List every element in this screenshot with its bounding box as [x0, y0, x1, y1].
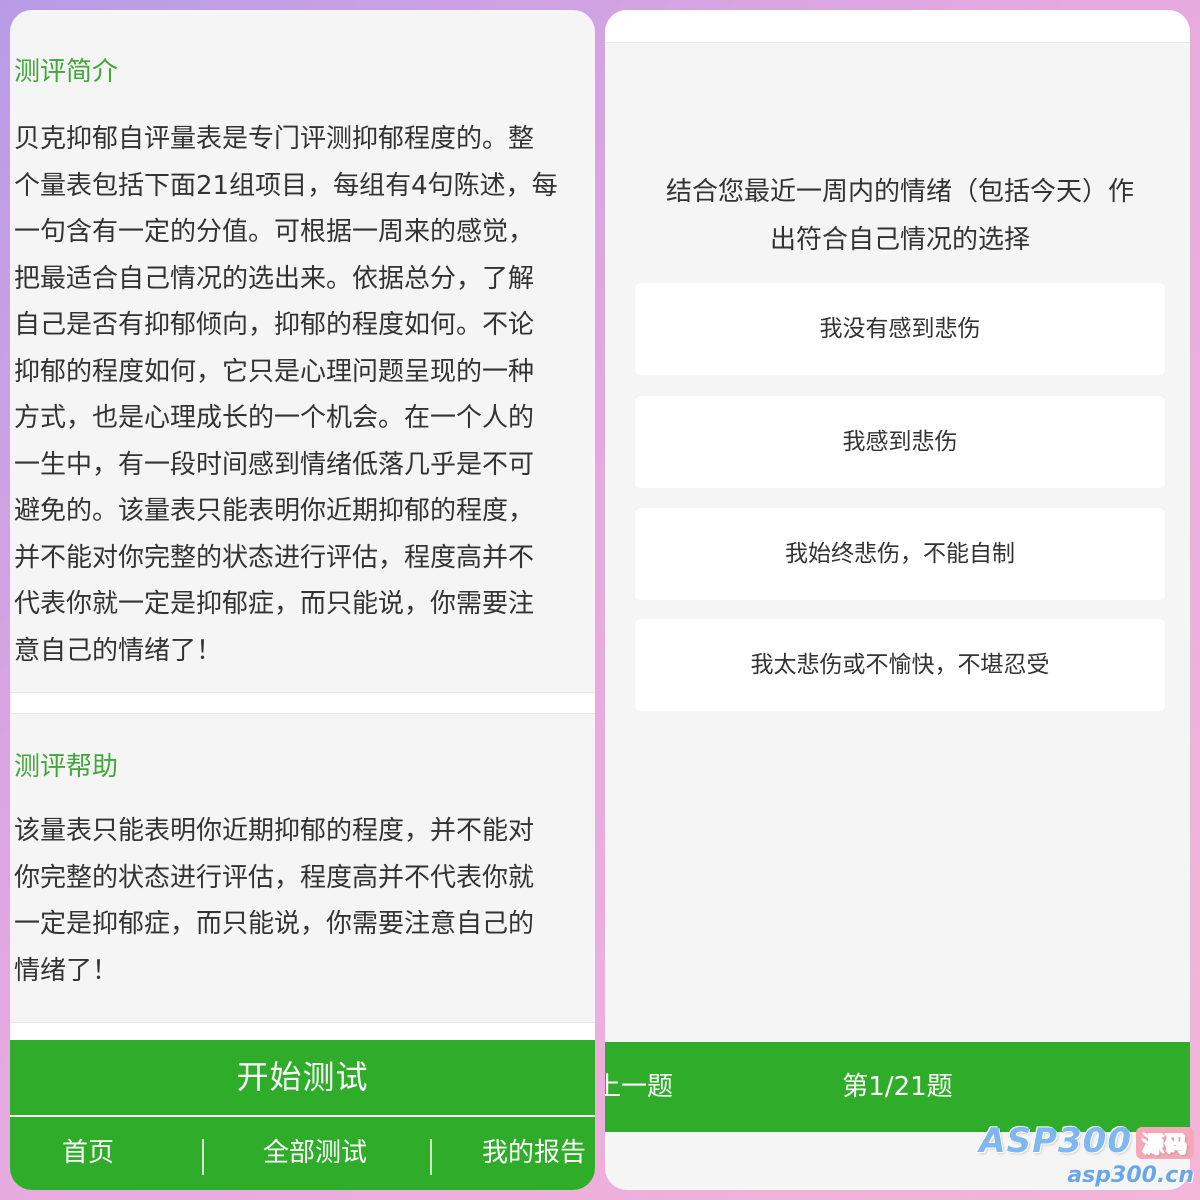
- question-line: 结合您最近一周内的情绪（包括今天）作: [665, 177, 1134, 207]
- tab-separator: [430, 1139, 432, 1175]
- watermark-url: asp300.cn: [1067, 1163, 1194, 1188]
- intro-line: 把最适合自己情况的选出来。依据总分，了解: [14, 263, 535, 294]
- answer-option[interactable]: 我始终悲伤，不能自制: [635, 508, 1165, 600]
- test-intro-screen: 测评简介 贝克抑郁自评量表是专门评测抑郁程度的。整 个量表包括下面21组项目，每…: [10, 10, 595, 1190]
- answer-option[interactable]: 我感到悲伤: [635, 396, 1165, 488]
- intro-line: 避免的。该量表只能表明你近期抑郁的程度，: [14, 496, 535, 526]
- intro-line: 代表你就一定是抑郁症，而只能说，你需要注: [14, 589, 535, 619]
- question-line: 出符合自己情况的选择: [769, 225, 1030, 255]
- tab-all-tests[interactable]: 全部测试: [250, 1117, 380, 1190]
- intro-line: 个量表包括下面21组项目，每组有4句陈述，每: [14, 170, 558, 201]
- intro-line: 自己是否有抑郁倾向，抑郁的程度如何。不论: [14, 310, 535, 340]
- intro-line: 并不能对你完整的状态进行评估，程度高并不: [14, 542, 535, 573]
- section-divider: [10, 692, 595, 714]
- tab-separator: [202, 1139, 204, 1175]
- help-line: 一定是抑郁症，而只能说，你需要注意自己的: [14, 909, 535, 939]
- question-text: 结合您最近一周内的情绪（包括今天）作 出符合自己情况的选择: [635, 168, 1165, 264]
- help-line: 情绪了！: [14, 955, 119, 986]
- start-test-button[interactable]: 开始测试: [10, 1040, 595, 1115]
- intro-line: 方式，也是心理成长的一个机会。在一个人的: [14, 403, 535, 433]
- question-nav-bar: 上一题 第1/21题: [605, 1042, 1190, 1132]
- intro-line: 抑郁的程度如何，它只是心理问题呈现的一种: [14, 356, 535, 387]
- tab-home[interactable]: 首页: [48, 1117, 128, 1190]
- intro-line: 一句含有一定的分值。可根据一周来的感觉，: [14, 217, 535, 247]
- bottom-tab-bar: 首页 全部测试 我的报告: [10, 1117, 595, 1190]
- section-divider: [10, 1022, 595, 1042]
- site-watermark: ASP300 源码 asp300.cn: [979, 1121, 1194, 1188]
- help-line: 该量表只能表明你近期抑郁的程度，并不能对: [14, 816, 535, 846]
- intro-line: 贝克抑郁自评量表是专门评测抑郁程度的。整: [14, 124, 535, 154]
- question-screen: 结合您最近一周内的情绪（包括今天）作 出符合自己情况的选择 我没有感到悲伤 我感…: [605, 10, 1190, 1190]
- help-line: 你完整的状态进行评估，程度高并不代表你就: [14, 862, 535, 893]
- intro-line: 一生中，有一段时间感到情绪低落几乎是不可: [14, 449, 535, 480]
- watermark-tag: 源码: [1135, 1126, 1194, 1159]
- question-progress: 第1/21题: [842, 1072, 953, 1102]
- help-section-title: 测评帮助: [14, 752, 119, 782]
- answer-option[interactable]: 我太悲伤或不愉快，不堪忍受: [635, 619, 1165, 711]
- help-section-body: 该量表只能表明你近期抑郁的程度，并不能对 你完整的状态进行评估，程度高并不代表你…: [14, 808, 595, 994]
- answer-option[interactable]: 我没有感到悲伤: [635, 283, 1165, 375]
- intro-section-body: 贝克抑郁自评量表是专门评测抑郁程度的。整 个量表包括下面21组项目，每组有4句陈…: [14, 116, 595, 674]
- watermark-logo: ASP300 源码: [979, 1121, 1194, 1161]
- watermark-brand: ASP300: [979, 1121, 1132, 1161]
- tab-my-reports[interactable]: 我的报告: [482, 1117, 595, 1190]
- intro-section-title: 测评简介: [14, 57, 119, 87]
- header-strip: [605, 10, 1190, 43]
- intro-line: 意自己的情绪了！: [14, 635, 223, 666]
